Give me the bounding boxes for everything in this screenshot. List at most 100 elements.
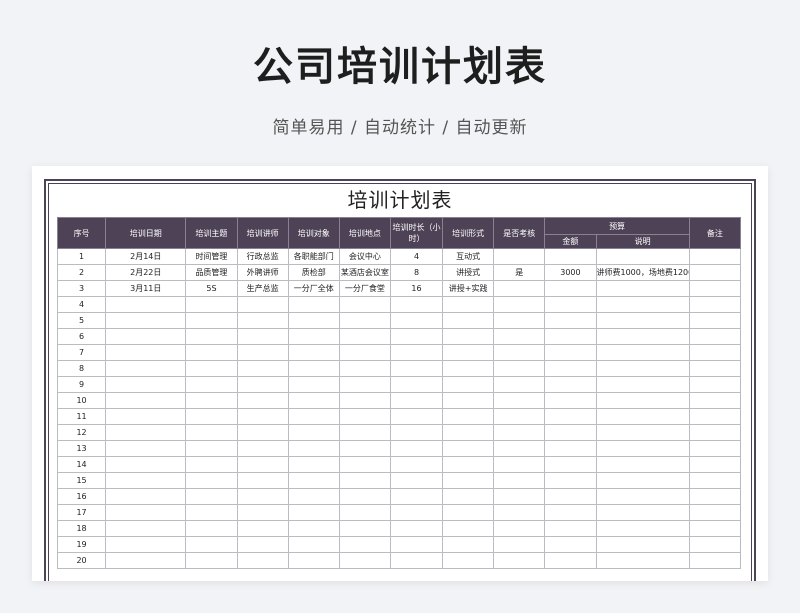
table-cell[interactable] [338,456,391,473]
table-cell[interactable] [544,536,597,553]
table-cell[interactable] [105,392,187,409]
table-cell[interactable]: 讲师费1000，场地费1200 [595,264,690,281]
table-cell[interactable] [595,312,690,329]
table-cell[interactable] [595,552,690,569]
table-cell[interactable] [544,328,597,345]
table-cell[interactable] [287,424,340,441]
table-cell[interactable] [389,552,444,569]
table-cell[interactable] [287,296,340,313]
table-cell[interactable] [236,472,289,489]
table-cell[interactable] [544,248,597,265]
table-cell[interactable] [442,360,495,377]
table-cell[interactable] [595,504,690,521]
table-cell[interactable] [442,472,495,489]
table-cell[interactable] [185,536,238,553]
table-cell[interactable] [595,392,690,409]
table-cell[interactable] [287,360,340,377]
table-cell[interactable] [105,360,187,377]
table-cell[interactable]: 14 [56,456,107,473]
table-cell[interactable] [544,504,597,521]
table-cell[interactable] [185,520,238,537]
table-cell[interactable] [105,408,187,425]
table-cell[interactable] [287,440,340,457]
table-cell[interactable] [338,504,391,521]
table-cell[interactable] [236,504,289,521]
table-cell[interactable] [688,392,742,409]
table-cell[interactable] [287,392,340,409]
table-cell[interactable] [287,376,340,393]
table-cell[interactable] [185,424,238,441]
table-cell[interactable] [105,488,187,505]
table-cell[interactable] [105,520,187,537]
table-cell[interactable] [185,392,238,409]
table-cell[interactable] [442,440,495,457]
table-cell[interactable] [105,424,187,441]
table-cell[interactable] [595,248,690,265]
table-cell[interactable] [442,488,495,505]
table-cell[interactable] [105,344,187,361]
table-cell[interactable] [493,504,546,521]
table-cell[interactable]: 5 [56,312,107,329]
table-cell[interactable]: 3月11日 [105,280,187,297]
table-cell[interactable] [595,440,690,457]
table-cell[interactable] [688,344,742,361]
table-cell[interactable]: 各职能部门 [287,248,340,265]
table-cell[interactable] [595,344,690,361]
table-cell[interactable] [595,328,690,345]
table-cell[interactable] [105,296,187,313]
table-cell[interactable] [442,296,495,313]
table-cell[interactable] [338,376,391,393]
table-cell[interactable]: 16 [389,280,444,297]
table-cell[interactable] [442,520,495,537]
table-cell[interactable] [688,472,742,489]
table-cell[interactable] [544,440,597,457]
table-cell[interactable] [389,360,444,377]
table-cell[interactable] [236,456,289,473]
table-cell[interactable] [544,456,597,473]
table-cell[interactable] [338,536,391,553]
table-cell[interactable] [338,312,391,329]
table-cell[interactable] [338,360,391,377]
table-cell[interactable] [185,312,238,329]
table-cell[interactable]: 17 [56,504,107,521]
table-cell[interactable] [236,376,289,393]
table-cell[interactable] [544,552,597,569]
table-cell[interactable] [105,312,187,329]
table-cell[interactable] [544,360,597,377]
table-cell[interactable] [688,520,742,537]
table-cell[interactable] [389,344,444,361]
table-cell[interactable] [185,376,238,393]
table-cell[interactable] [595,296,690,313]
table-cell[interactable] [287,552,340,569]
table-cell[interactable] [493,472,546,489]
table-cell[interactable] [236,392,289,409]
table-cell[interactable] [389,312,444,329]
table-cell[interactable] [236,408,289,425]
table-cell[interactable] [287,312,340,329]
table-cell[interactable] [493,456,546,473]
table-cell[interactable] [688,552,742,569]
table-cell[interactable] [389,296,444,313]
table-cell[interactable]: 讲授式 [442,264,495,281]
table-cell[interactable] [236,360,289,377]
table-cell[interactable] [688,248,742,265]
table-cell[interactable] [185,296,238,313]
table-cell[interactable] [442,312,495,329]
table-cell[interactable] [442,424,495,441]
table-cell[interactable] [287,504,340,521]
table-cell[interactable] [595,376,690,393]
table-cell[interactable] [544,344,597,361]
table-cell[interactable] [185,472,238,489]
table-cell[interactable]: 20 [56,552,107,569]
table-cell[interactable]: 18 [56,520,107,537]
table-cell[interactable] [544,424,597,441]
table-cell[interactable] [493,408,546,425]
table-cell[interactable] [544,488,597,505]
table-cell[interactable] [185,456,238,473]
table-cell[interactable] [105,376,187,393]
table-cell[interactable]: 2月14日 [105,248,187,265]
table-cell[interactable] [595,520,690,537]
table-cell[interactable] [493,248,546,265]
table-cell[interactable] [105,456,187,473]
table-cell[interactable] [688,408,742,425]
